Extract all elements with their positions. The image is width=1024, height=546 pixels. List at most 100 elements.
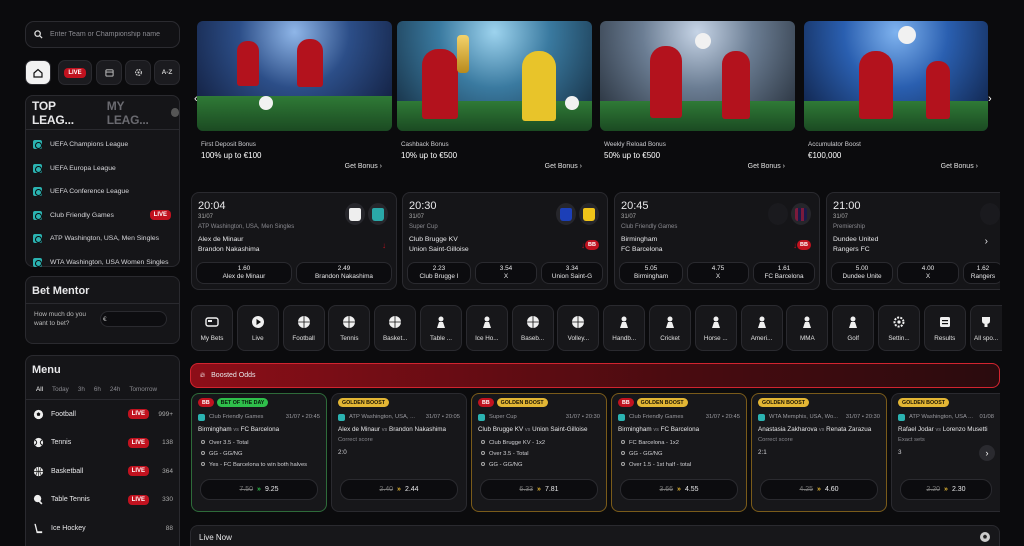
league-item[interactable]: Club Friendly Games LIVE (26, 204, 179, 228)
odd-button[interactable]: 3.54 X (475, 262, 537, 284)
match-card[interactable]: 20:04 31/07 ATP Washington, USA, Men Sin… (191, 192, 397, 290)
match-time: 20:04 (198, 200, 226, 212)
selection-list: Over 3.5 - Total GG - GG/NG Yes - FC Barce… (201, 438, 307, 471)
odd-button[interactable]: 2.23 Club Brugge I (407, 262, 471, 284)
az-button[interactable]: A-Z (154, 60, 180, 85)
gear-icon (134, 69, 142, 76)
live-nav-button[interactable]: LIVE (58, 60, 92, 85)
get-bonus-link[interactable]: Get Bonus › (345, 163, 382, 170)
filter-all[interactable]: All (36, 386, 43, 393)
league-item[interactable]: UEFA Conference League (26, 180, 179, 204)
odd-button[interactable]: 1.60 Alex de Minaur (196, 262, 292, 284)
boost-odds-button[interactable]: 2.40» 2.44 (340, 479, 458, 500)
odd-button[interactable]: 1.62 Rangers (963, 262, 1000, 284)
league-item[interactable]: WTA Washington, USA Women Singles (26, 251, 179, 275)
settings-button[interactable] (125, 60, 151, 85)
promo-banner[interactable]: Accumulator Boost €100,000 Get Bonus › (804, 21, 988, 176)
filter-tomorrow[interactable]: Tomorrow (129, 386, 157, 393)
sport-tile-football[interactable]: Football (282, 305, 325, 351)
odd-button[interactable]: 4.75 X (687, 262, 749, 284)
get-bonus-link[interactable]: Get Bonus › (748, 163, 785, 170)
boost-card[interactable]: GOLDEN BOOST ATP Washington, USA, ... 31/0… (331, 393, 467, 512)
tab-top-leagues[interactable]: TOP LEAG... (32, 99, 97, 127)
sport-tile-ice-hockey[interactable]: Ice Ho... (465, 305, 508, 351)
home-icon (33, 68, 43, 78)
boost-odds-button[interactable]: 7.50» 9.25 (200, 479, 318, 500)
sport-tile-table-tennis[interactable]: Table ... (420, 305, 462, 351)
sport-tile-handball[interactable]: Handb... (603, 305, 646, 351)
league-item[interactable]: UEFA Champions League (26, 133, 179, 157)
boost-odds-button[interactable]: 6.33» 7.81 (480, 479, 598, 500)
sport-tile-basketball[interactable]: Basket... (374, 305, 417, 351)
sport-tile-tennis[interactable]: Tennis (328, 305, 371, 351)
selection-line: GG - GG/NG (621, 449, 691, 460)
carousel-next-icon[interactable]: › (988, 93, 992, 105)
bet-mentor-panel: Bet Mentor How much do you want to bet? … (25, 276, 180, 344)
odd-label: Dundee Unite (842, 273, 882, 280)
boost-odds-button[interactable]: 3.66» 4.55 (620, 479, 738, 500)
sport-tile-mma[interactable]: MMA (786, 305, 829, 351)
sport-tile-volleyball[interactable]: Volley... (557, 305, 600, 351)
promo-banner[interactable]: Cashback Bonus 10% up to €500 Get Bonus … (397, 21, 592, 176)
bet-amount-input[interactable]: € (100, 311, 167, 327)
menu-sport-ice-hockey[interactable]: Ice Hockey 88 (26, 514, 179, 543)
filter-3h[interactable]: 3h (78, 386, 85, 393)
sport-tile-american-football[interactable]: Ameri... (740, 305, 783, 351)
away-team: Rangers FC (833, 246, 870, 253)
match-card[interactable]: 20:30 31/07 Super Cup Club Brugge KV Uni… (402, 192, 608, 290)
match-date: 31/07 (198, 214, 214, 220)
odd-button[interactable]: 3.34 Union Saint-G (541, 262, 603, 284)
boost-next-icon[interactable]: › (979, 445, 995, 461)
league-item[interactable]: ATP Washington, USA, Men Singles (26, 227, 179, 251)
boost-tag: BB (478, 398, 494, 407)
info-icon[interactable] (170, 108, 179, 117)
boost-card[interactable]: BB BET OF THE DAY Club Friendly Games 31/07… (191, 393, 327, 512)
filter-6h[interactable]: 6h (94, 386, 101, 393)
sport-tile-my-bets[interactable]: My Bets (191, 305, 233, 351)
next-icon[interactable]: › (985, 236, 988, 247)
live-now-header[interactable]: Live Now (190, 525, 1000, 546)
menu-sport-table-tennis[interactable]: Table Tennis LIVE 330 (26, 486, 179, 515)
promo-banner[interactable]: First Deposit Bonus 100% up to €100 Get … (197, 21, 392, 176)
boost-card[interactable]: BB GOLDEN BOOST Club Friendly Games 31/07 •… (611, 393, 747, 512)
filter-today[interactable]: Today (52, 386, 69, 393)
get-bonus-link[interactable]: Get Bonus › (941, 163, 978, 170)
menu-sport-tennis[interactable]: Tennis LIVE 138 (26, 429, 179, 458)
odd-button[interactable]: 1.61 FC Barcelona (753, 262, 815, 284)
sport-tile-horse-racing[interactable]: Horse ... (694, 305, 737, 351)
boosted-odds-header[interactable]: 🔥︎ Boosted Odds (190, 363, 1000, 388)
sport-tile-baseball[interactable]: Baseb... (511, 305, 554, 351)
get-bonus-link[interactable]: Get Bonus › (545, 163, 582, 170)
tab-my-leagues[interactable]: MY LEAG... (107, 99, 166, 127)
odd-button[interactable]: 5.05 Birmingham (619, 262, 683, 284)
match-date: 31/07 (621, 214, 637, 220)
sport-tile-settings[interactable]: Settin... (878, 305, 920, 351)
odd-button[interactable]: 4.00 X (897, 262, 959, 284)
boost-card[interactable]: BB GOLDEN BOOST Super Cup 31/07 • 20:30 Club… (471, 393, 607, 512)
odd-label: Rangers (970, 273, 996, 280)
boost-odds-button[interactable]: 2.20» 2.30 (900, 479, 992, 500)
match-card[interactable]: 21:00 31/07 Premiership Dundee United Ra… (826, 192, 1000, 290)
odd-button[interactable]: 2.49 Brandon Nakashima (296, 262, 392, 284)
sport-tile-all-sports[interactable]: All spo... (969, 305, 1002, 351)
promo-banner[interactable]: Weekly Reload Bonus 50% up to €500 Get B… (600, 21, 795, 176)
selection-line: Over 1.5 - 1st half - total (621, 460, 691, 471)
menu-sport-basketball[interactable]: Basketball LIVE 364 (26, 457, 179, 486)
live-now-title: Live Now (199, 532, 232, 542)
sport-tile-live[interactable]: Live (236, 305, 279, 351)
menu-sport-football[interactable]: Football LIVE 999+ (26, 400, 179, 429)
home-button[interactable] (25, 60, 51, 85)
league-item[interactable]: UEFA Europa League (26, 157, 179, 181)
sport-tile-cricket[interactable]: Cricket (649, 305, 691, 351)
boost-odds-button[interactable]: 4.25» 4.60 (760, 479, 878, 500)
sport-tile-golf[interactable]: Golf (832, 305, 875, 351)
boost-competition: WTA Memphis, USA, Wo... (769, 414, 839, 420)
calendar-button[interactable] (96, 60, 122, 85)
match-card[interactable]: 20:45 31/07 Club Friendly Games Birmingh… (614, 192, 820, 290)
filter-24h[interactable]: 24h (110, 386, 121, 393)
odd-button[interactable]: 5.00 Dundee Unite (831, 262, 893, 284)
boost-card[interactable]: GOLDEN BOOST WTA Memphis, USA, Wo... 31/07… (751, 393, 887, 512)
search-box[interactable] (25, 21, 180, 48)
search-input[interactable] (50, 31, 170, 38)
sport-tile-results[interactable]: Results (923, 305, 966, 351)
